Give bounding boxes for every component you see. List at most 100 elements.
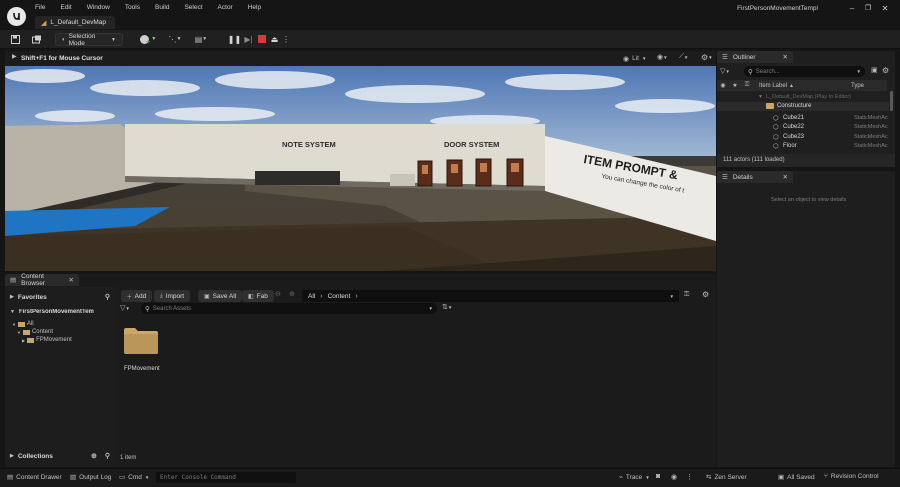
table-row[interactable]: ⬡ Floor StaticMeshAc (717, 142, 889, 151)
outliner-search-placeholder: Search... (755, 68, 780, 75)
menu-file[interactable]: File (35, 4, 45, 11)
level-viewport[interactable]: NOTE SYSTEM DOOR SYSTEM ITEM PROMPT & Yo… (5, 66, 716, 271)
content-browser-title: Content Browser (21, 273, 45, 287)
search-icon[interactable]: ⚲ (105, 452, 110, 460)
outliner-tab[interactable]: ☰ Outliner ✕ (717, 51, 793, 63)
back-icon[interactable]: ⊖ (275, 290, 281, 298)
close-icon[interactable]: ✕ (69, 276, 74, 284)
folder-tile[interactable]: FPMovement (120, 323, 162, 375)
import-button[interactable]: ⤓ Import (154, 290, 191, 302)
add-actor-icon[interactable]: + ▼ (139, 33, 157, 46)
favorites-header[interactable]: ▶ Favorites ⚲ (10, 292, 110, 302)
outliner-row-level[interactable]: ▼ L_Default_DevMap (Play In Editor) (717, 93, 889, 102)
save-icon[interactable] (10, 34, 21, 45)
settings-icon[interactable]: ⚙ ▼ (701, 53, 713, 62)
details-tab[interactable]: ☰ Details ✕ (717, 171, 793, 183)
chevron-right-icon: ▶ (22, 337, 26, 343)
outliner-settings-icon[interactable]: ⚙ (882, 66, 889, 75)
screenshot-icon[interactable]: ◙ (656, 473, 660, 480)
tree-label: All (26, 321, 34, 327)
viewport-menu-icon[interactable]: ▶ (12, 53, 17, 60)
outliner-row-label: Floor (783, 143, 797, 149)
more-options-icon[interactable]: ⋮ (282, 33, 290, 46)
browse-icon[interactable] (31, 34, 42, 45)
menu-edit[interactable]: Edit (60, 4, 71, 11)
more-icon[interactable]: ⋮ (686, 473, 693, 481)
add-button[interactable]: + Add (121, 290, 153, 302)
lock-icon[interactable]: ⚿ (741, 82, 753, 89)
chevron-down-icon: ▼ (10, 309, 15, 315)
unreal-logo-icon[interactable] (7, 7, 26, 26)
maximize-icon[interactable]: ❐ (860, 3, 876, 13)
settings-icon[interactable]: ⚙ (702, 290, 709, 299)
col-item-label[interactable]: Item Label (759, 83, 787, 89)
tree-item-content[interactable]: ▼ Content (17, 328, 53, 336)
save-all-button[interactable]: ▣ Save All (198, 290, 243, 302)
asset-search[interactable]: ⚲ Search Assets ▼ (141, 303, 437, 314)
all-saved-indicator[interactable]: ▣ All Saved (778, 473, 815, 482)
chevron-down-icon[interactable]: ▼ (670, 294, 674, 299)
folder-icon (22, 329, 30, 335)
forward-icon[interactable]: ⊕ (289, 290, 295, 298)
tree-item-fpmovement[interactable]: ▶ FPMovement (22, 336, 72, 344)
lock-icon[interactable]: ⚿ (684, 291, 689, 299)
menu-window[interactable]: Window (87, 4, 110, 11)
level-tab[interactable]: ◢ L_Default_DevMap (35, 16, 115, 29)
star-icon[interactable]: ★ (729, 82, 741, 89)
content-drawer-label: Content Drawer (16, 473, 62, 481)
breadcrumb-content[interactable]: Content (328, 293, 351, 300)
close-icon[interactable]: ✕ (877, 3, 893, 13)
project-header[interactable]: ▼ FirstPersonMovementTem (10, 307, 110, 317)
menu-tools[interactable]: Tools (125, 4, 140, 11)
add-folder-icon[interactable]: ▣ (871, 66, 878, 74)
blueprint-icon[interactable]: ⋱ ▼ (166, 33, 184, 45)
trace-dropdown[interactable]: ⌁ Trace ▼ (619, 473, 650, 482)
filter-icon[interactable]: ▽ ▼ (720, 67, 730, 75)
sort-icon[interactable]: ⇅ ▼ (442, 303, 452, 311)
content-drawer-button[interactable]: ▤ Content Drawer (7, 473, 62, 482)
selection-mode-dropdown[interactable]: ◐ Selection Mode ▼ (55, 33, 123, 47)
menu-build[interactable]: Build (155, 4, 169, 11)
record-icon[interactable]: ◉ (671, 473, 677, 481)
table-row[interactable]: ⬡ Cube21 StaticMeshAc (717, 114, 889, 123)
visibility-icon[interactable]: ◉ (717, 82, 729, 89)
col-type[interactable]: Type (851, 83, 864, 89)
details-panel: ☰ Details ✕ Select an object to view det… (717, 171, 895, 467)
outliner-scrollbar[interactable] (890, 91, 893, 111)
trace-icon: ⌁ (619, 474, 623, 481)
outliner-footer: 111 actors (111 loaded) (717, 154, 895, 167)
cmd-dropdown[interactable]: ▭ Cmd ▼ (119, 473, 149, 482)
eject-icon[interactable]: ⏏ (269, 33, 280, 46)
outliner-search[interactable]: ⚲ Search... ▼ (744, 66, 865, 77)
minimize-icon[interactable]: – (844, 3, 860, 13)
menu-select[interactable]: Select (184, 4, 202, 11)
fab-icon: ◧ (248, 293, 254, 300)
pause-icon[interactable]: ❚❚ (228, 33, 241, 46)
cinematics-icon[interactable]: ▤ ▼ (192, 33, 210, 45)
table-row[interactable]: ⬡ Cube22 StaticMeshAc (717, 123, 889, 132)
chevron-right-icon: ▶ (10, 294, 14, 300)
close-icon[interactable]: ✕ (783, 53, 788, 61)
tree-item-all[interactable]: ▼ All (12, 320, 34, 328)
add-collection-icon[interactable]: ⊕ (91, 452, 97, 460)
menu-actor[interactable]: Actor (218, 4, 233, 11)
fab-button[interactable]: ◧ Fab (242, 290, 274, 302)
search-icon[interactable]: ⚲ (105, 293, 110, 301)
breadcrumb-all[interactable]: All (308, 293, 315, 300)
stop-icon[interactable] (258, 35, 266, 43)
content-browser-tab[interactable]: ▤ Content Browser ✕ (5, 273, 79, 287)
collections-header[interactable]: ▶ Collections ⊕ ⚲ (10, 451, 110, 461)
outliner-row-folder[interactable]: Constructure (717, 102, 889, 111)
close-icon[interactable]: ✕ (783, 173, 788, 181)
show-flags-icon[interactable]: ◉ ▼ (657, 53, 668, 61)
camera-speed-icon[interactable]: ⟋ ▼ (679, 53, 688, 61)
output-log-button[interactable]: ▧ Output Log (70, 473, 111, 482)
filter-icon[interactable]: ▽ ▼ (120, 304, 130, 312)
step-icon[interactable]: ▶| (243, 33, 254, 46)
zen-server-dropdown[interactable]: ⇆ Zen Server (706, 473, 747, 482)
table-row[interactable]: ⬡ Cube23 StaticMeshAc (717, 133, 889, 142)
console-input[interactable]: Enter Console Command (156, 472, 296, 483)
view-mode-dropdown[interactable]: ◉ Lit ▼ (623, 53, 646, 64)
revision-control-dropdown[interactable]: ⑂ Revision Control (824, 473, 879, 480)
menu-help[interactable]: Help (248, 4, 261, 11)
